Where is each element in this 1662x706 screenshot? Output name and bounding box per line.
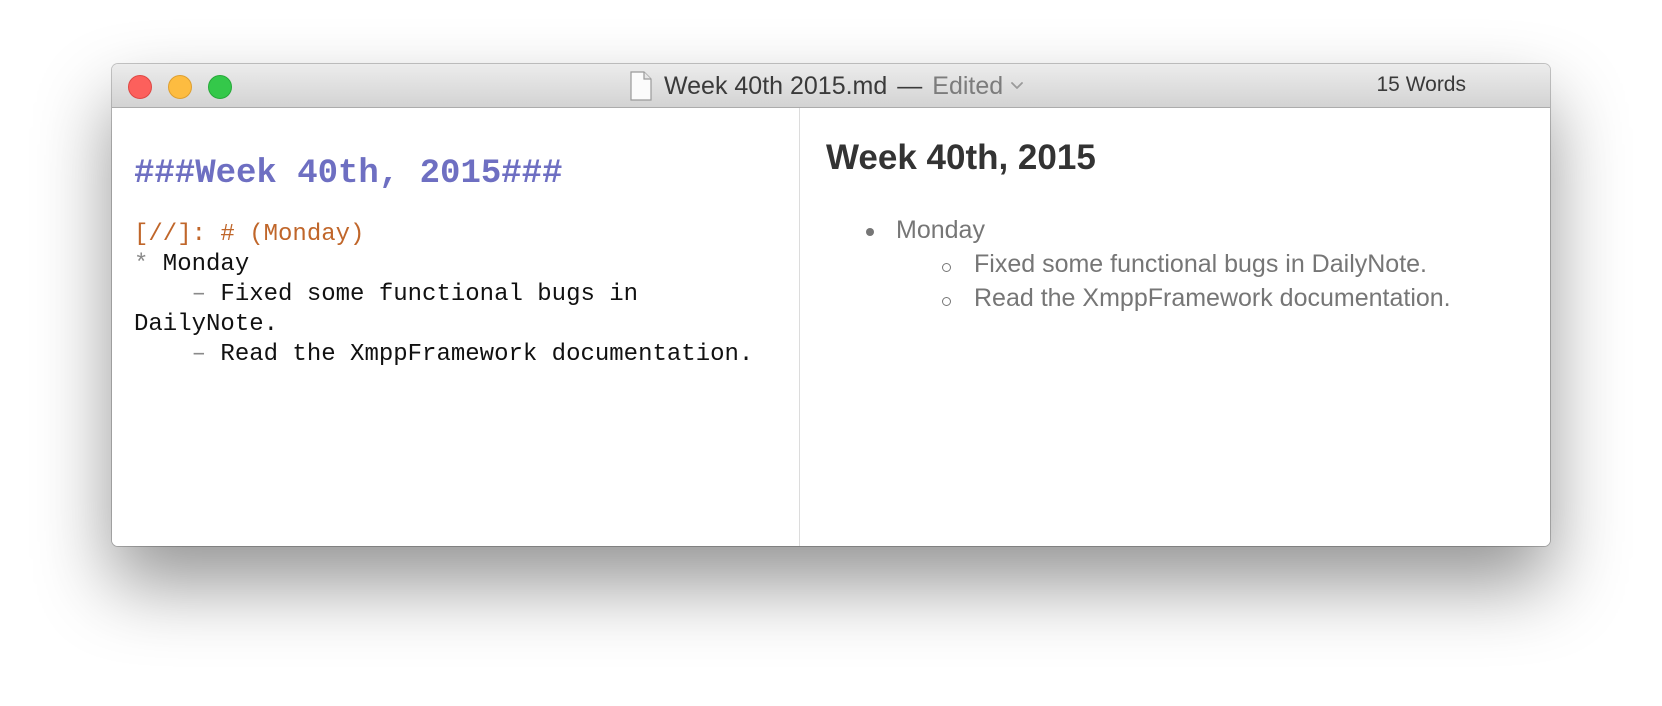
document-status: Edited <box>932 71 1004 100</box>
markdown-wrapped-line: DailyNote. <box>134 311 279 338</box>
markdown-dash-marker: – <box>134 281 207 308</box>
markdown-dash-marker: – <box>134 341 207 368</box>
markdown-bullet-text: Monday <box>148 251 250 278</box>
markdown-sublist-text: Fixed some functional bugs in <box>206 281 639 308</box>
minimize-icon[interactable] <box>168 75 192 99</box>
markdown-bullet-marker: * <box>134 251 149 278</box>
chevron-down-icon[interactable] <box>1010 81 1024 91</box>
markdown-sublist-line: – Fixed some functional bugs in <box>134 280 638 310</box>
markdown-comment-line: [//]: # (Monday) <box>134 221 365 248</box>
close-icon[interactable] <box>128 75 152 99</box>
bullet-icon <box>866 228 874 236</box>
title-separator: — <box>897 71 923 100</box>
markdown-heading-line: ###Week 40th, 2015### <box>134 155 563 193</box>
preview-pane: Week 40th, 2015 Monday Fixed some functi… <box>800 108 1550 546</box>
markdown-list-line: * Monday <box>134 250 249 280</box>
preview-heading: Week 40th, 2015 <box>826 138 1096 177</box>
sub-bullet-icon <box>942 297 951 306</box>
title-bar[interactable]: Week 40th 2015.md — Edited 15 Words <box>112 64 1550 108</box>
preview-sublist-item: Read the XmppFramework documentation. <box>974 284 1451 312</box>
markdown-editor-pane[interactable]: ###Week 40th, 2015### [//]: # (Monday) *… <box>112 108 800 546</box>
editor-window: Week 40th 2015.md — Edited 15 Words ###W… <box>112 64 1550 546</box>
document-icon[interactable] <box>630 71 652 101</box>
word-count[interactable]: 15 Words <box>1377 73 1467 97</box>
window-title[interactable]: Week 40th 2015.md — Edited <box>630 70 1024 102</box>
preview-sublist-item: Fixed some functional bugs in DailyNote. <box>974 250 1428 278</box>
preview-list-item: Monday <box>896 216 985 244</box>
markdown-sublist-text: Read the XmppFramework documentation. <box>206 341 754 368</box>
zoom-icon[interactable] <box>208 75 232 99</box>
markdown-sublist-line: – Read the XmppFramework documentation. <box>134 340 754 370</box>
document-filename: Week 40th 2015.md <box>664 71 888 100</box>
sub-bullet-icon <box>942 263 951 272</box>
